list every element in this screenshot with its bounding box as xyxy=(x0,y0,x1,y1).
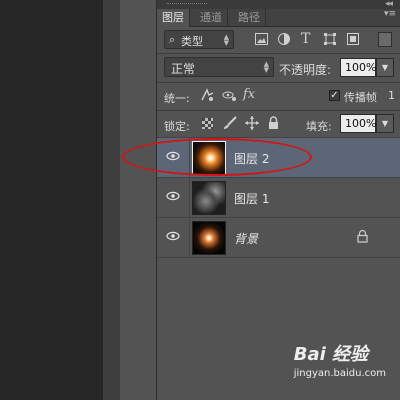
unify-label: 统一: xyxy=(164,92,190,105)
layer-row[interactable]: 图层 1 xyxy=(157,177,400,218)
tab-layers[interactable]: 图层 xyxy=(157,9,190,27)
tab-paths[interactable]: 路径 xyxy=(233,9,266,26)
type-filter-icon[interactable]: T xyxy=(301,32,310,46)
propagate-frame-checkbox[interactable]: ✓ xyxy=(329,90,340,101)
search-icon: ⌕ xyxy=(169,33,176,46)
unify-visibility-icon[interactable] xyxy=(221,87,237,103)
panel-menu-icon[interactable]: ▾≡ xyxy=(384,9,396,19)
panel-dock-gutter xyxy=(120,0,157,400)
lock-icon xyxy=(357,230,368,243)
layer-thumbnail xyxy=(192,141,226,175)
fill-label: 填充: xyxy=(306,120,332,133)
layer-row[interactable]: 图层 2 xyxy=(157,137,400,178)
lock-transparent-icon[interactable] xyxy=(202,118,213,129)
panel-tabs: 图层 通道 路径 ▾≡ xyxy=(157,9,400,27)
blend-mode-value: 正常 xyxy=(171,62,196,76)
layer-name[interactable]: 背景 xyxy=(234,230,258,247)
chevron-down-icon[interactable]: ▼ xyxy=(376,58,394,77)
fill-input[interactable]: 100% xyxy=(340,114,376,133)
smart-object-filter-icon[interactable] xyxy=(347,33,359,45)
filter-kind-label: 类型 xyxy=(181,35,203,48)
watermark: Bai 经验 jingyan.baidu.com xyxy=(294,340,386,379)
chevron-updown-icon: ▲ ▼ xyxy=(263,60,269,74)
opacity-label: 不透明度: xyxy=(279,63,332,77)
shape-filter-icon[interactable] xyxy=(324,33,336,45)
filter-toggle-switch[interactable] xyxy=(378,32,392,47)
watermark-url: jingyan.baidu.com xyxy=(293,368,386,379)
tab-channels[interactable]: 通道 xyxy=(195,9,228,26)
unify-style-icon[interactable]: fx xyxy=(243,87,255,102)
layer-name[interactable]: 图层 1 xyxy=(234,190,269,207)
scrollbar[interactable] xyxy=(103,0,120,400)
lock-label: 锁定: xyxy=(164,120,190,133)
opacity-input[interactable]: 100% xyxy=(340,58,376,77)
layer-row[interactable]: 背景 xyxy=(157,217,400,258)
image-filter-icon[interactable] xyxy=(255,33,268,45)
collapse-icon[interactable]: ◂◂ xyxy=(385,0,393,9)
lock-pixels-brush-icon[interactable] xyxy=(223,116,237,130)
layer-thumbnail xyxy=(192,181,226,215)
panel-titlebar[interactable]: ◂◂ xyxy=(157,0,400,9)
lock-all-icon[interactable] xyxy=(268,116,279,130)
adjustment-filter-icon[interactable] xyxy=(278,33,290,45)
grip-icon[interactable] xyxy=(167,3,207,6)
blend-mode-select[interactable]: 正常 ▲ ▼ xyxy=(164,57,274,77)
layer-thumbnail xyxy=(192,221,226,255)
propagate-frame-value: 1 xyxy=(388,89,395,102)
chevron-down-icon[interactable]: ▼ xyxy=(376,114,394,133)
watermark-brand: Bai 经验 xyxy=(293,344,369,365)
layer-name[interactable]: 图层 2 xyxy=(234,150,269,167)
filter-kind-select[interactable]: ⌕ 类型 ▲ ▼ xyxy=(164,30,234,49)
propagate-frame-label: 传播帧 xyxy=(344,91,377,104)
eye-icon[interactable] xyxy=(166,191,180,201)
chevron-updown-icon: ▲ ▼ xyxy=(223,33,229,47)
eye-icon[interactable] xyxy=(166,151,180,161)
lock-position-move-icon[interactable] xyxy=(245,116,259,130)
unify-position-icon[interactable] xyxy=(199,87,215,103)
canvas-area xyxy=(0,0,103,400)
eye-icon[interactable] xyxy=(166,231,180,241)
